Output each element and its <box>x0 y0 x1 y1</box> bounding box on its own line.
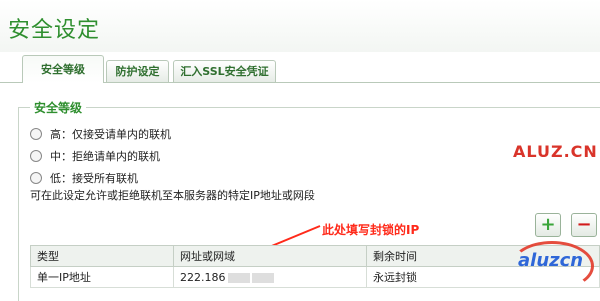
radio-label: 中：拒绝请单内的联机 <box>50 150 160 163</box>
add-button[interactable]: + <box>535 213 561 237</box>
redacted-region <box>227 272 250 283</box>
radio-option-low[interactable]: 低：接受所有联机 <box>30 170 138 186</box>
cell-address: 222.186 <box>180 270 226 284</box>
radio-button[interactable] <box>30 172 42 184</box>
radio-label: 低：接受所有联机 <box>50 172 138 185</box>
watermark-bottom: aluzcn <box>518 250 584 271</box>
column-header-address[interactable]: 网址或网域 <box>173 245 367 267</box>
tab-import-ssl-certificate[interactable]: 汇入SSL安全凭证 <box>173 60 276 82</box>
tab-security-level[interactable]: 安全等级 <box>22 55 104 83</box>
radio-option-medium[interactable]: 中：拒绝请单内的联机 <box>30 148 160 164</box>
column-header-type[interactable]: 类型 <box>30 245 174 267</box>
redacted-region <box>251 272 274 283</box>
cell-type: 单一IP地址 <box>30 266 174 288</box>
security-level-legend: 安全等级 <box>30 99 87 116</box>
radio-button[interactable] <box>30 150 42 162</box>
page-title: 安全设定 <box>8 18 101 43</box>
tab-bar: 安全等级 防护设定 汇入SSL安全凭证 <box>0 52 600 83</box>
annotation-label: 此处填写封锁的IP <box>322 223 420 237</box>
cell-address-wrapper: 222.186 <box>173 266 367 288</box>
tab-protection-settings[interactable]: 防护设定 <box>106 60 169 82</box>
radio-option-high[interactable]: 高：仅接受请单内的联机 <box>30 126 171 142</box>
ip-filter-hint: 可在此设定允许或拒绝联机至本服务器的特定IP地址或网段 <box>30 189 315 202</box>
remove-button[interactable]: − <box>571 213 597 237</box>
radio-button[interactable] <box>30 128 42 140</box>
watermark-top: ALUZ.CN <box>513 142 598 161</box>
title-bar: 安全设定 <box>0 0 600 52</box>
radio-label: 高：仅接受请单内的联机 <box>50 128 171 141</box>
